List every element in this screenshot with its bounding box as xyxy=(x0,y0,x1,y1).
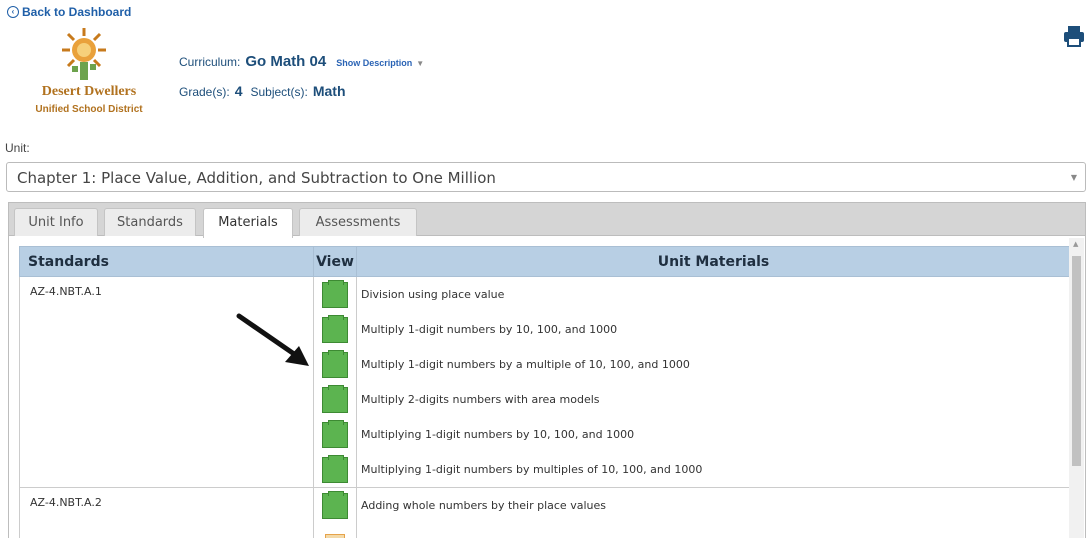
document-icon[interactable] xyxy=(325,533,345,538)
tab-materials[interactable]: Materials xyxy=(203,208,293,238)
grade-subject-info: Grade(s): 4 Subject(s): Math xyxy=(179,83,354,99)
arrow-pointer-icon xyxy=(236,313,309,366)
folder-icon[interactable] xyxy=(322,279,348,308)
unit-label: Unit: xyxy=(5,141,30,155)
materials-panel: Standards View Unit Materials AZ-4.NBT.A… xyxy=(8,235,1086,538)
material-item[interactable]: Division using place value xyxy=(357,277,1070,312)
folder-icon[interactable] xyxy=(322,314,348,343)
back-circle-icon: ‹ xyxy=(7,6,19,18)
tab-unit-info[interactable]: Unit Info xyxy=(14,208,98,236)
chevron-down-icon[interactable]: ▼ xyxy=(416,59,424,68)
grade-value: 4 xyxy=(234,83,243,99)
table-row: AZ-4.NBT.A.2 Adding whole numbers by the… xyxy=(19,487,1071,538)
back-to-dashboard-link[interactable]: ‹ Back to Dashboard xyxy=(7,5,131,19)
tab-standards[interactable]: Standards xyxy=(104,208,196,236)
tab-assessments[interactable]: Assessments xyxy=(299,208,417,236)
curriculum-info: Curriculum: Go Math 04 Show Description … xyxy=(179,53,424,70)
folder-icon[interactable] xyxy=(322,419,348,448)
material-item[interactable]: Multiplying 1-digit numbers by multiples… xyxy=(357,452,1070,487)
material-item[interactable]: Multiply 1-digit numbers by 10, 100, and… xyxy=(357,312,1070,347)
standard-code: AZ-4.NBT.A.1 xyxy=(19,276,314,488)
curriculum-label: Curriculum: xyxy=(179,55,241,69)
materials-column: Division using place value Multiply 1-di… xyxy=(356,276,1071,488)
material-item[interactable]: Multiply 2-digits numbers with area mode… xyxy=(357,382,1070,417)
folder-icon[interactable] xyxy=(322,490,348,519)
scroll-up-icon[interactable]: ▲ xyxy=(1073,240,1078,248)
subject-value: Math xyxy=(312,83,346,99)
logo-district-subtitle: Unified School District xyxy=(35,104,143,115)
curriculum-value: Go Math 04 xyxy=(245,53,327,70)
material-item[interactable]: Multiplying 1-digit numbers by 10, 100, … xyxy=(357,417,1070,452)
materials-column: Adding whole numbers by their place valu… xyxy=(356,487,1071,538)
column-header-view: View xyxy=(313,246,357,277)
materials-table: Standards View Unit Materials AZ-4.NBT.A… xyxy=(19,246,1071,538)
column-header-materials: Unit Materials xyxy=(356,246,1071,277)
dropdown-caret-icon: ▼ xyxy=(1070,173,1077,182)
unit-selected-value: Chapter 1: Place Value, Addition, and Su… xyxy=(17,169,496,187)
tab-bar: Unit Info Standards Materials Assessment… xyxy=(8,202,1086,238)
folder-icon[interactable] xyxy=(322,384,348,413)
grade-label: Grade(s): xyxy=(179,85,230,99)
material-item[interactable]: Multiply 1-digit numbers by a multiple o… xyxy=(357,347,1070,382)
material-item[interactable]: Adding whole numbers by their place valu… xyxy=(357,488,1070,523)
logo-district-name: Desert Dwellers xyxy=(41,84,137,99)
scrollbar-thumb[interactable] xyxy=(1072,256,1081,466)
unit-select[interactable]: Chapter 1: Place Value, Addition, and Su… xyxy=(6,162,1086,192)
printer-icon[interactable] xyxy=(1062,24,1086,48)
scrollbar[interactable]: ▲ xyxy=(1069,238,1084,538)
table-row: AZ-4.NBT.A.1 Division using place value … xyxy=(19,276,1071,488)
folder-icon[interactable] xyxy=(322,454,348,483)
column-header-standards: Standards xyxy=(19,246,314,277)
view-column xyxy=(313,487,357,538)
show-description-link[interactable]: Show Description xyxy=(336,58,412,68)
view-column xyxy=(313,276,357,488)
standard-code: AZ-4.NBT.A.2 xyxy=(19,487,314,538)
material-item[interactable] xyxy=(357,523,1070,538)
folder-icon[interactable] xyxy=(322,349,348,378)
back-link-label: Back to Dashboard xyxy=(22,5,132,19)
subject-label: Subject(s): xyxy=(250,85,308,99)
